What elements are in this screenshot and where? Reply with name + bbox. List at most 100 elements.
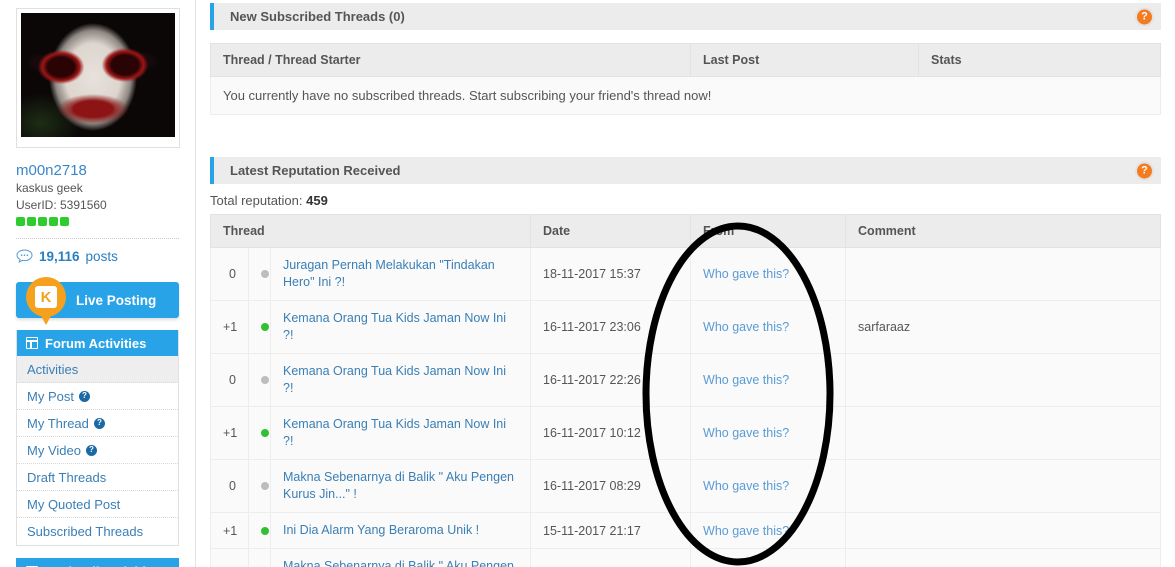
rep-thread-cell: Ini Dia Alarm Yang Beraroma Unik ! bbox=[269, 512, 532, 549]
reputation-dots bbox=[16, 217, 179, 226]
rep-comment bbox=[845, 247, 1161, 301]
rep-polarity-dot bbox=[248, 459, 271, 513]
main-content: New Subscribed Threads (0) ? Thread / Th… bbox=[196, 0, 1175, 567]
column-header-date[interactable]: Date bbox=[530, 214, 692, 248]
sidebar-item-draft-threads[interactable]: Draft Threads bbox=[17, 464, 178, 491]
rep-score: +1 bbox=[210, 512, 249, 549]
thread-link[interactable]: Makna Sebenarnya di Balik " Aku Pengen K… bbox=[283, 558, 518, 567]
sidebar-item-my-video[interactable]: My Video ? bbox=[17, 437, 178, 464]
rep-score: 0 bbox=[210, 353, 249, 407]
reputation-block: Latest Reputation Received ? Total reput… bbox=[209, 115, 1161, 567]
reputation-table: Thread Date From Comment 0 Juragan Perna… bbox=[209, 214, 1161, 567]
help-question-icon[interactable]: ? bbox=[78, 390, 90, 402]
rep-date: 18-11-2017 15:37 bbox=[530, 247, 692, 301]
live-posting-label: Live Posting bbox=[76, 292, 157, 308]
rep-from-cell: Who gave this? bbox=[690, 548, 847, 567]
subscribed-threads-title: New Subscribed Threads (0) bbox=[230, 9, 405, 24]
sidebar-item-label: Subscribed Threads bbox=[27, 524, 144, 539]
rep-dot bbox=[27, 217, 36, 226]
empty-state-cell: You currently have no subscribed threads… bbox=[210, 76, 1161, 115]
table-row: 0 Kemana Orang Tua Kids Jaman Now Ini ?!… bbox=[210, 353, 1161, 407]
table-row: 0 Juragan Pernah Melakukan "Tindakan Her… bbox=[210, 247, 1161, 301]
help-question-icon[interactable]: ? bbox=[1137, 163, 1152, 178]
help-question-icon[interactable]: ? bbox=[1137, 9, 1152, 24]
avatar[interactable] bbox=[16, 8, 180, 148]
sidebar-item-label: My Post bbox=[27, 388, 74, 404]
rep-score: +1 bbox=[210, 406, 249, 460]
rep-from-cell: Who gave this? bbox=[690, 459, 847, 513]
table-row: +1 Makna Sebenarnya di Balik " Aku Penge… bbox=[210, 548, 1161, 567]
rep-date: 16-11-2017 08:29 bbox=[530, 459, 692, 513]
column-header-comment[interactable]: Comment bbox=[845, 214, 1161, 248]
table-row: +1 Ini Dia Alarm Yang Beraroma Unik ! 15… bbox=[210, 512, 1161, 549]
rep-polarity-dot bbox=[248, 353, 271, 407]
subscribed-threads-table: Thread / Thread Starter Last Post Stats … bbox=[210, 43, 1161, 115]
who-gave-this-link[interactable]: Who gave this? bbox=[703, 479, 789, 493]
empty-state-message: You currently have no subscribed threads… bbox=[223, 88, 712, 103]
thread-link[interactable]: Juragan Pernah Melakukan "Tindakan Hero"… bbox=[283, 257, 518, 291]
who-gave-this-link[interactable]: Who gave this? bbox=[703, 320, 789, 334]
rep-comment bbox=[845, 512, 1161, 549]
forum-activities-title: Forum Activities bbox=[45, 335, 147, 351]
rep-score: 0 bbox=[210, 459, 249, 513]
sidebar-item-subscribed-threads[interactable]: Subscribed Threads bbox=[17, 518, 178, 545]
sidebar-item-my-thread[interactable]: My Thread ? bbox=[17, 410, 178, 437]
rep-thread-cell: Makna Sebenarnya di Balik " Aku Pengen K… bbox=[269, 459, 532, 513]
rep-thread-cell: Makna Sebenarnya di Balik " Aku Pengen K… bbox=[269, 548, 532, 567]
column-header-thread-starter[interactable]: Thread / Thread Starter bbox=[210, 43, 691, 77]
rep-polarity-dot bbox=[248, 300, 271, 354]
who-gave-this-link[interactable]: Who gave this? bbox=[703, 426, 789, 440]
user-title: kaskus geek bbox=[16, 181, 83, 195]
forum-activities-header[interactable]: Forum Activities bbox=[17, 330, 178, 356]
thread-link[interactable]: Ini Dia Alarm Yang Beraroma Unik ! bbox=[283, 522, 518, 539]
jual-beli-header[interactable]: Jual Beli Activities bbox=[16, 558, 179, 567]
rep-dot bbox=[38, 217, 47, 226]
rep-polarity-dot bbox=[248, 512, 271, 549]
username-link[interactable]: m00n2718 bbox=[16, 162, 179, 180]
rep-thread-cell: Kemana Orang Tua Kids Jaman Now Ini ?! bbox=[269, 300, 532, 354]
sidebar-item-activities[interactable]: Activities bbox=[17, 356, 178, 383]
help-question-icon[interactable]: ? bbox=[85, 444, 97, 456]
rep-comment: sarfaraaz bbox=[845, 300, 1161, 354]
column-header-stats[interactable]: Stats bbox=[918, 43, 1161, 77]
sidebar-item-label: My Quoted Post bbox=[27, 496, 121, 512]
rep-comment: spidcom_2000 bbox=[845, 548, 1161, 567]
rep-dot bbox=[60, 217, 69, 226]
thread-link[interactable]: Kemana Orang Tua Kids Jaman Now Ini ?! bbox=[283, 416, 518, 450]
rep-score: 0 bbox=[210, 247, 249, 301]
reputation-header: Latest Reputation Received ? bbox=[210, 157, 1161, 184]
column-header-last-post[interactable]: Last Post bbox=[690, 43, 919, 77]
thread-link[interactable]: Kemana Orang Tua Kids Jaman Now Ini ?! bbox=[283, 310, 518, 344]
grid-icon bbox=[26, 337, 38, 349]
sidebar-item-label: My Thread bbox=[27, 415, 89, 431]
rep-score: +1 bbox=[210, 548, 249, 567]
sidebar-item-my-post[interactable]: My Post ? bbox=[17, 383, 178, 410]
rep-from-cell: Who gave this? bbox=[690, 300, 847, 354]
column-header-from[interactable]: From bbox=[690, 214, 847, 248]
column-header-thread[interactable]: Thread bbox=[209, 214, 532, 248]
user-avatar-image bbox=[21, 13, 175, 137]
rep-from-cell: Who gave this? bbox=[690, 353, 847, 407]
who-gave-this-link[interactable]: Who gave this? bbox=[703, 373, 789, 387]
jual-beli-panel: Jual Beli Activities bbox=[16, 558, 179, 567]
total-reputation: Total reputation: 459 bbox=[210, 193, 1161, 214]
thread-link[interactable]: Kemana Orang Tua Kids Jaman Now Ini ?! bbox=[283, 363, 518, 397]
rep-comment bbox=[845, 459, 1161, 513]
rep-date: 15-11-2017 16:16 bbox=[530, 548, 692, 567]
kaskus-k-glyph: K bbox=[35, 286, 57, 308]
thread-link[interactable]: Makna Sebenarnya di Balik " Aku Pengen K… bbox=[283, 469, 518, 503]
who-gave-this-link[interactable]: Who gave this? bbox=[703, 267, 789, 281]
help-question-icon[interactable]: ? bbox=[93, 417, 105, 429]
post-count-value: 19,116 bbox=[39, 249, 80, 264]
sidebar-item-label: My Video bbox=[27, 442, 81, 458]
rep-from-cell: Who gave this? bbox=[690, 247, 847, 301]
who-gave-this-link[interactable]: Who gave this? bbox=[703, 524, 789, 538]
table-row: +1 Kemana Orang Tua Kids Jaman Now Ini ?… bbox=[210, 300, 1161, 354]
live-posting-button[interactable]: K Live Posting bbox=[16, 277, 179, 325]
rep-date: 16-11-2017 10:12 bbox=[530, 406, 692, 460]
rep-thread-cell: Juragan Pernah Melakukan "Tindakan Hero"… bbox=[269, 247, 532, 301]
post-count-row[interactable]: 19,116 posts bbox=[16, 238, 179, 272]
table-row: 0 Makna Sebenarnya di Balik " Aku Pengen… bbox=[210, 459, 1161, 513]
rep-date: 15-11-2017 21:17 bbox=[530, 512, 692, 549]
sidebar-item-my-quoted-post[interactable]: My Quoted Post bbox=[17, 491, 178, 518]
